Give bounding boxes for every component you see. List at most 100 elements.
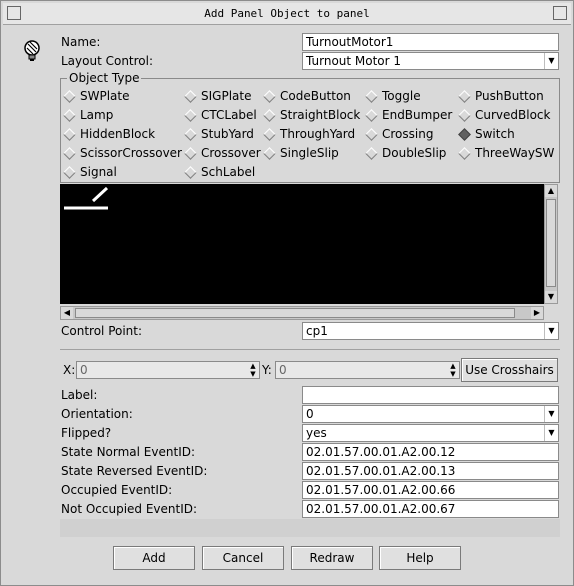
x-spinner[interactable]: 0 ▲ ▼ [76, 361, 260, 379]
radio-indicator-icon [63, 166, 76, 179]
radio-indicator-icon [365, 147, 378, 160]
cancel-button[interactable]: Cancel [202, 546, 284, 570]
label-label: Label: [61, 388, 98, 402]
state-reversed-label: State Reversed EventID: [61, 464, 208, 478]
radio-lamp[interactable]: Lamp [63, 108, 113, 124]
spacer-panel [60, 519, 560, 537]
radio-indicator-icon [63, 147, 76, 160]
y-label: Y: [262, 363, 272, 377]
dialog-window: Add Panel Object to panel Name: TurnoutM… [0, 0, 574, 586]
radio-throughyard[interactable]: ThroughYard [263, 127, 355, 143]
orientation-select[interactable]: 0 ▼ [302, 405, 559, 423]
x-label: X: [63, 363, 76, 377]
label-field[interactable] [302, 386, 559, 404]
window-close-icon[interactable] [553, 6, 567, 20]
radio-switch[interactable]: Switch [458, 127, 515, 143]
radio-singleslip[interactable]: SingleSlip [263, 146, 339, 162]
radio-threewaysw[interactable]: ThreeWaySW [458, 146, 554, 162]
flipped-label: Flipped? [61, 426, 112, 440]
radio-indicator-icon [458, 109, 471, 122]
chevron-down-icon: ▼ [544, 425, 558, 441]
occupied-field[interactable]: 02.01.57.00.01.A2.00.66 [302, 481, 559, 499]
spin-down-icon[interactable]: ▼ [448, 370, 458, 378]
radio-indicator-icon [184, 109, 197, 122]
radio-indicator-icon [184, 166, 197, 179]
control-point-label: Control Point: [61, 324, 143, 338]
radio-straightblock[interactable]: StraightBlock [263, 108, 360, 124]
radio-indicator-icon [63, 109, 76, 122]
add-button[interactable]: Add [113, 546, 195, 570]
lightbulb-icon [24, 40, 40, 61]
preview-vertical-scrollbar[interactable]: ▲ ▼ [544, 184, 558, 304]
spin-down-icon[interactable]: ▼ [248, 370, 258, 378]
object-type-legend: Object Type [67, 71, 142, 85]
state-reversed-field[interactable]: 02.01.57.00.01.A2.00.13 [302, 462, 559, 480]
not-occupied-label: Not Occupied EventID: [61, 502, 198, 516]
radio-swplate[interactable]: SWPlate [63, 89, 130, 105]
control-point-select[interactable]: cp1 ▼ [302, 322, 559, 340]
not-occupied-field[interactable]: 02.01.57.00.01.A2.00.67 [302, 500, 559, 518]
radio-scissorcrossover[interactable]: ScissorCrossover [63, 146, 182, 162]
radio-sigplate[interactable]: SIGPlate [184, 89, 251, 105]
name-label: Name: [61, 35, 101, 49]
layout-control-select[interactable]: Turnout Motor 1 ▼ [302, 52, 559, 70]
radio-indicator-icon [184, 90, 197, 103]
radio-indicator-icon [365, 90, 378, 103]
help-button[interactable]: Help [379, 546, 461, 570]
orientation-value: 0 [306, 407, 314, 421]
preview-canvas[interactable] [60, 184, 544, 304]
occupied-label: Occupied EventID: [61, 483, 173, 497]
radio-indicator-icon [63, 128, 76, 141]
radio-indicator-icon [63, 90, 76, 103]
radio-ctclabel[interactable]: CTCLabel [184, 108, 257, 124]
y-spinner[interactable]: 0 ▲ ▼ [275, 361, 460, 379]
chevron-down-icon: ▼ [544, 406, 558, 422]
use-crosshairs-button[interactable]: Use Crosshairs [461, 358, 558, 382]
radio-indicator-icon [184, 128, 197, 141]
radio-curvedblock[interactable]: CurvedBlock [458, 108, 550, 124]
name-field[interactable]: TurnoutMotor1 [302, 33, 559, 51]
flipped-select[interactable]: yes ▼ [302, 424, 559, 442]
vertical-scroll-thumb[interactable] [546, 199, 556, 287]
chevron-down-icon: ▼ [544, 323, 558, 339]
radio-indicator-icon [263, 90, 276, 103]
radio-indicator-icon [263, 147, 276, 160]
radio-crossing[interactable]: Crossing [365, 127, 433, 143]
radio-schlabel[interactable]: SchLabel [184, 165, 255, 181]
radio-toggle[interactable]: Toggle [365, 89, 421, 105]
radio-indicator-icon [458, 90, 471, 103]
radio-indicator-icon [458, 147, 471, 160]
title-bar[interactable]: Add Panel Object to panel [3, 3, 571, 25]
scroll-left-icon[interactable]: ◀ [61, 307, 73, 319]
scroll-down-icon[interactable]: ▼ [545, 291, 557, 303]
scroll-right-icon[interactable]: ▶ [531, 307, 543, 319]
radio-indicator-icon [184, 147, 197, 160]
flipped-value: yes [306, 426, 327, 440]
radio-doubleslip[interactable]: DoubleSlip [365, 146, 446, 162]
layout-control-value: Turnout Motor 1 [306, 54, 402, 68]
radio-indicator-icon [263, 109, 276, 122]
state-normal-field[interactable]: 02.01.57.00.01.A2.00.12 [302, 443, 559, 461]
control-point-value: cp1 [306, 324, 328, 338]
layout-control-label: Layout Control: [61, 54, 154, 68]
radio-pushbutton[interactable]: PushButton [458, 89, 544, 105]
radio-indicator-icon [365, 128, 378, 141]
switch-preview-icon [64, 186, 109, 210]
radio-stubyard[interactable]: StubYard [184, 127, 254, 143]
radio-endbumper[interactable]: EndBumper [365, 108, 452, 124]
radio-signal[interactable]: Signal [63, 165, 117, 181]
radio-hiddenblock[interactable]: HiddenBlock [63, 127, 155, 143]
spin-up-icon[interactable]: ▲ [248, 362, 258, 370]
spin-up-icon[interactable]: ▲ [448, 362, 458, 370]
redraw-button[interactable]: Redraw [291, 546, 373, 570]
preview-horizontal-scrollbar[interactable]: ◀ ▶ [60, 306, 544, 320]
radio-codebutton[interactable]: CodeButton [263, 89, 351, 105]
scroll-up-icon[interactable]: ▲ [545, 185, 557, 197]
window-title: Add Panel Object to panel [204, 7, 370, 20]
radio-indicator-icon [263, 128, 276, 141]
horizontal-scroll-thumb[interactable] [75, 308, 515, 318]
state-normal-label: State Normal EventID: [61, 445, 196, 459]
radio-indicator-icon [365, 109, 378, 122]
y-value: 0 [279, 363, 287, 377]
radio-crossover[interactable]: Crossover [184, 146, 261, 162]
